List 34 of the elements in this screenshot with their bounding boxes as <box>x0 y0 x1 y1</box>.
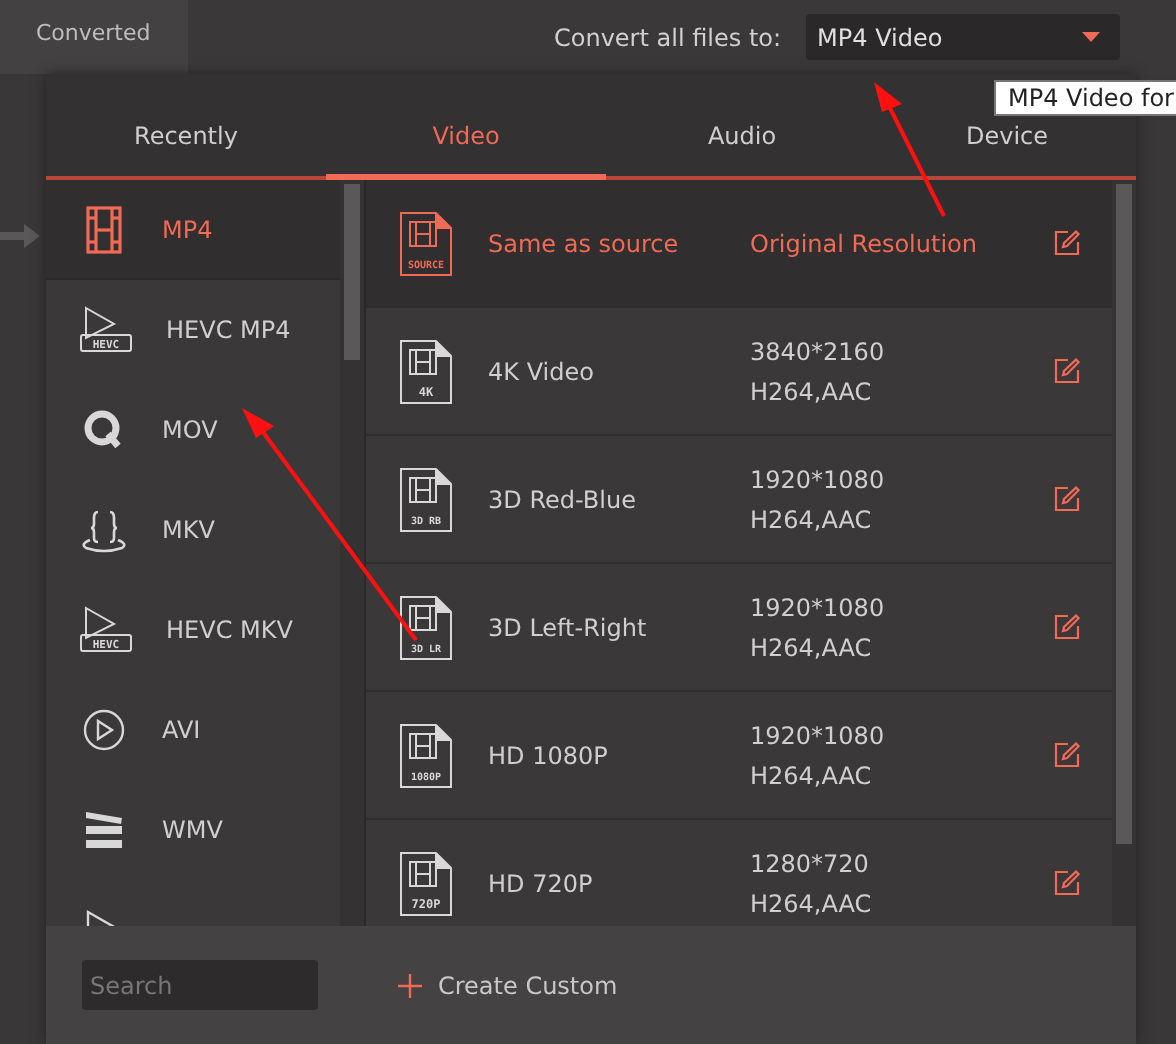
edit-icon <box>1054 870 1080 896</box>
scrollbar[interactable] <box>1112 180 1136 926</box>
format-item[interactable]: MKV <box>46 480 340 580</box>
format-item[interactable]: AVI <box>46 680 340 780</box>
format-tab[interactable]: Audio <box>606 118 878 180</box>
edit-icon <box>1054 358 1080 384</box>
play-circle-icon <box>78 704 130 756</box>
format-dropdown[interactable]: MP4 Video <box>805 14 1120 60</box>
edit-icon <box>1054 230 1080 256</box>
braces-icon <box>78 506 130 554</box>
converted-tab[interactable]: Converted <box>0 0 188 74</box>
edit-button[interactable] <box>1054 742 1080 768</box>
format-item[interactable]: WMV <box>46 780 340 880</box>
edit-button[interactable] <box>1054 614 1080 640</box>
format-item[interactable]: MP4 <box>46 180 340 280</box>
edit-button[interactable] <box>1054 358 1080 384</box>
scrollbar[interactable] <box>340 180 364 926</box>
edit-icon <box>1054 614 1080 640</box>
plus-icon <box>398 973 422 997</box>
edit-button[interactable] <box>1054 230 1080 256</box>
edit-icon <box>1054 486 1080 512</box>
convert-label: Convert all files to: <box>554 23 782 51</box>
caret-icon <box>1081 32 1100 42</box>
edit-button[interactable] <box>1054 486 1080 512</box>
format-tab[interactable]: Device <box>878 118 1136 180</box>
search-field[interactable]: Search <box>82 960 318 1010</box>
format-item[interactable]: MOV <box>46 380 340 480</box>
create-custom-button[interactable]: Create Custom <box>398 971 618 999</box>
arrow-right-icon <box>0 224 40 248</box>
edit-icon <box>1054 742 1080 768</box>
edit-button[interactable] <box>1054 870 1080 896</box>
tooltip: MP4 Video for <box>994 80 1176 116</box>
format-tab[interactable]: Recently <box>46 118 326 180</box>
annotation-arrow <box>874 82 946 217</box>
